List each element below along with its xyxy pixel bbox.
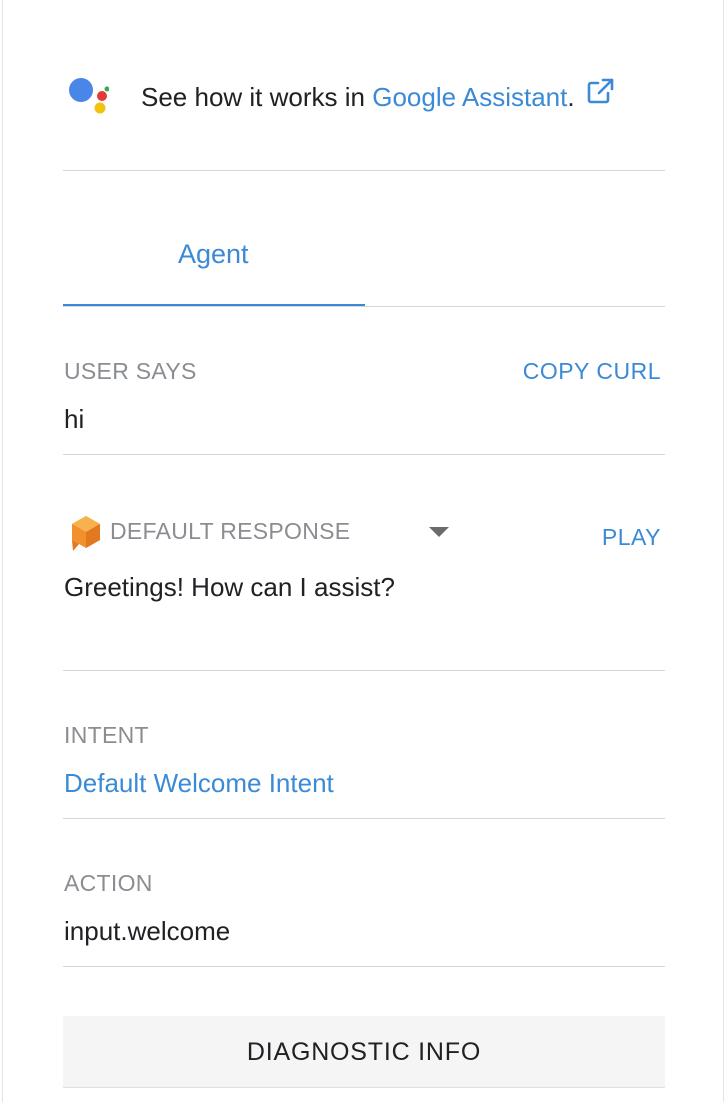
default-response-label: DEFAULT RESPONSE xyxy=(110,518,351,544)
external-link-icon[interactable] xyxy=(586,78,614,104)
google-assistant-link[interactable]: Google Assistant xyxy=(372,82,567,112)
action-divider xyxy=(63,966,665,967)
intent-label: INTENT xyxy=(64,722,149,748)
tabs-divider xyxy=(63,306,665,307)
tab-agent-label: Agent xyxy=(178,239,249,269)
dialogflow-agent-icon xyxy=(72,516,100,551)
header-divider xyxy=(63,170,665,171)
action-value: input.welcome xyxy=(64,916,231,946)
action-label: ACTION xyxy=(64,870,153,896)
response-divider xyxy=(63,670,665,671)
user-says-divider xyxy=(63,454,665,455)
google-assistant-text: See how it works in Google Assistant. xyxy=(141,78,614,113)
test-console-panel: See how it works in Google Assistant. Ag… xyxy=(2,0,724,1102)
intent-link[interactable]: Default Welcome Intent xyxy=(64,768,334,799)
ga-prefix-text: See how it works in xyxy=(141,82,373,112)
intent-divider xyxy=(63,818,665,819)
play-button[interactable]: PLAY xyxy=(602,524,661,551)
user-says-value: hi xyxy=(64,404,85,434)
tab-agent[interactable]: Agent xyxy=(63,230,365,306)
google-assistant-logo-icon xyxy=(69,78,109,114)
copy-curl-button[interactable]: COPY CURL xyxy=(523,358,661,385)
default-response-value: Greetings! How can I assist? xyxy=(64,572,395,602)
diagnostic-info-button[interactable]: DIAGNOSTIC INFO xyxy=(63,1016,665,1088)
google-assistant-row: See how it works in Google Assistant. xyxy=(63,72,663,114)
ga-suffix-text: . xyxy=(567,82,575,112)
user-says-label: USER SAYS xyxy=(64,358,197,384)
chevron-down-icon[interactable] xyxy=(427,525,451,539)
